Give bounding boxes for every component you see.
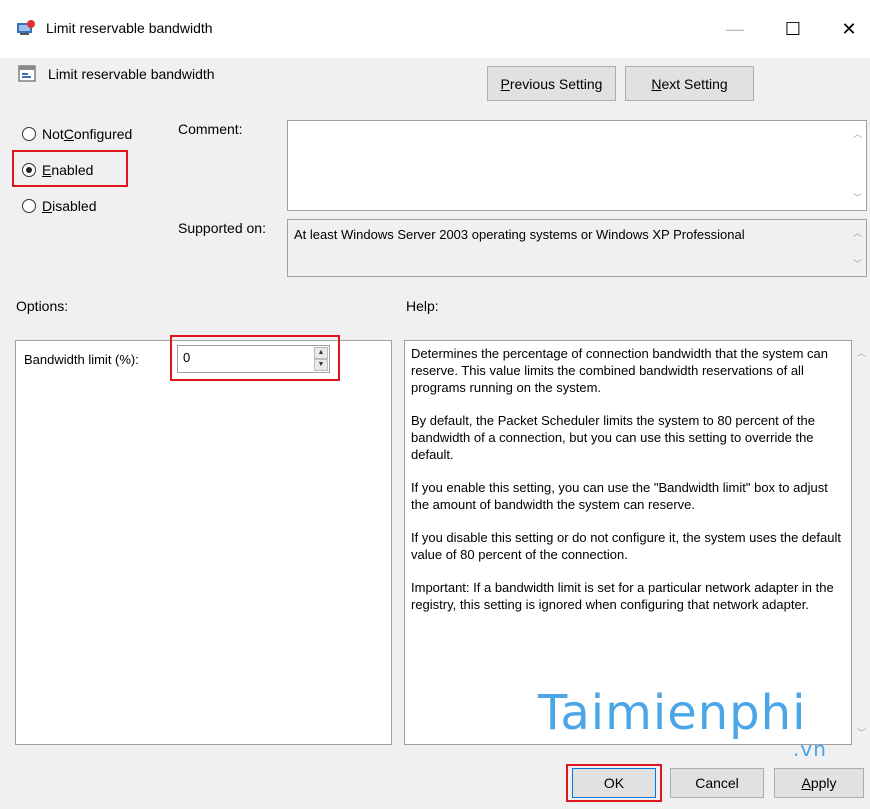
not-configured-label-key: C [63,126,74,142]
apply-label: pply [810,775,837,791]
scroll-up-icon[interactable]: ︿ [849,127,866,140]
help-paragraph: By default, the Packet Scheduler limits … [411,413,815,462]
options-panel [15,340,392,745]
ok-label: OK [603,775,625,791]
radio-enabled-circle[interactable] [22,163,36,177]
help-label: Help: [406,298,439,314]
setting-name: Limit reservable bandwidth [48,66,215,82]
spin-buttons[interactable]: ▲ ▼ [314,347,328,371]
help-scrollbar[interactable]: ︿ ﹀ [853,340,870,745]
next-label-key: N [651,75,662,92]
previous-setting-button[interactable]: Previous Setting [487,66,616,101]
disabled-label: isabled [52,198,97,214]
enabled-label: nabled [51,162,94,178]
options-label: Options: [16,298,69,314]
apply-button[interactable]: Apply [774,768,864,798]
bandwidth-limit-spinbox[interactable]: 0 ▲ ▼ [177,345,330,373]
not-configured-label-pre: Not [42,126,64,142]
supported-on-field: At least Windows Server 2003 operating s… [287,219,867,277]
apply-label-key: A [801,775,811,791]
window-title: Limit reservable bandwidth [46,20,213,36]
disabled-label-key: D [42,198,53,214]
comment-text [288,121,866,129]
help-text: Determines the percentage of connection … [411,345,843,629]
cancel-button[interactable]: Cancel [670,768,764,798]
enabled-label-key: E [42,162,52,178]
help-paragraph: Determines the percentage of connection … [411,346,828,395]
supported-on-text: At least Windows Server 2003 operating s… [294,227,745,242]
next-label: ext Setting [661,75,728,92]
scroll-up-icon[interactable]: ︿ [853,346,870,359]
previous-label: revious Setting [509,75,603,92]
watermark-logo: Taimienphi [538,685,807,741]
scroll-down-icon[interactable]: ﹀ [849,257,866,270]
radio-not-configured[interactable]: Not Configured [22,126,132,142]
help-paragraph: Important: If a bandwidth limit is set f… [411,580,834,612]
supported-scrollbar[interactable]: ︿ ﹀ [849,220,866,276]
close-button[interactable]: ✕ [826,12,870,46]
comment-label: Comment: [178,121,243,137]
scroll-down-icon[interactable]: ﹀ [853,726,870,739]
maximize-button[interactable]: ☐ [770,12,816,46]
help-paragraph: If you disable this setting or do not co… [411,530,841,562]
not-configured-label: onfigured [73,126,133,142]
radio-disabled-circle[interactable] [22,199,36,213]
bandwidth-limit-value: 0 [183,350,191,365]
title-bar: Limit reservable bandwidth — ☐ ✕ [0,0,870,58]
comment-textarea[interactable]: ︿ ﹀ [287,120,867,211]
ok-button[interactable]: OK [572,768,656,798]
cancel-label: Cancel [695,775,739,791]
radio-enabled[interactable]: Enabled [22,162,93,178]
help-paragraph: If you enable this setting, you can use … [411,480,828,512]
bandwidth-limit-label: Bandwidth limit (%): [24,352,139,367]
radio-disabled[interactable]: Disabled [22,198,97,214]
policy-app-icon [17,20,35,35]
watermark-suffix: .vn [793,737,827,761]
spin-down-icon[interactable]: ▼ [314,359,328,371]
supported-on-label: Supported on: [178,220,266,236]
radio-not-configured-circle[interactable] [22,127,36,141]
minimize-button[interactable]: — [712,12,758,46]
previous-label-key: P [500,75,510,92]
next-setting-button[interactable]: Next Setting [625,66,754,101]
spin-up-icon[interactable]: ▲ [314,347,328,359]
scroll-down-icon[interactable]: ﹀ [849,191,866,204]
setting-icon [18,65,36,82]
comment-scrollbar[interactable]: ︿ ﹀ [849,121,866,210]
scroll-up-icon[interactable]: ︿ [849,226,866,239]
